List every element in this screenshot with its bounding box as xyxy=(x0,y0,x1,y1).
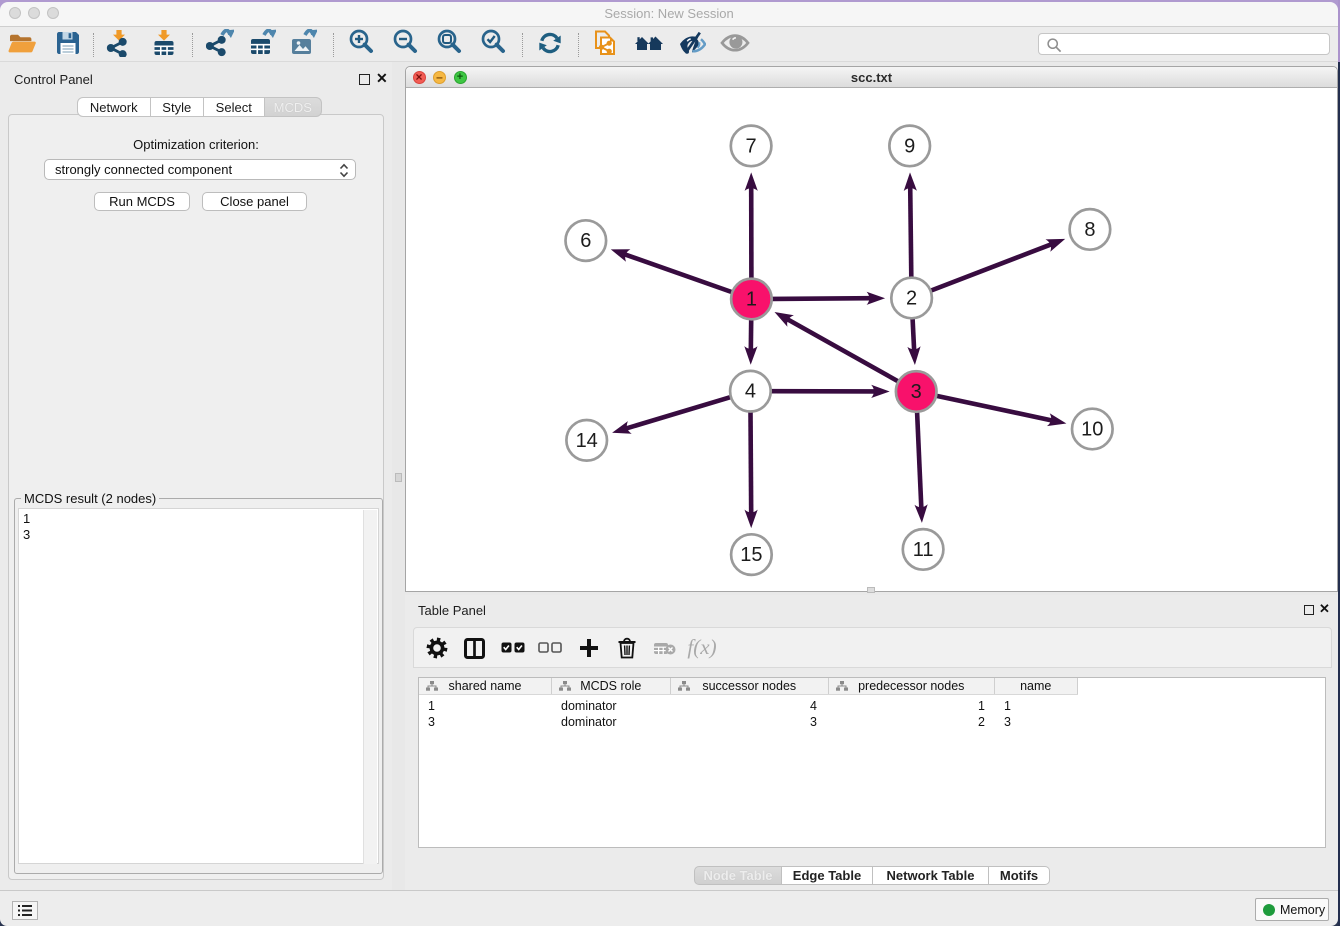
svg-text:3: 3 xyxy=(911,381,922,403)
svg-text:1: 1 xyxy=(746,289,757,311)
svg-text:11: 11 xyxy=(913,539,934,561)
svg-text:8: 8 xyxy=(1084,219,1095,241)
svg-text:6: 6 xyxy=(580,230,591,252)
svg-text:14: 14 xyxy=(576,430,598,452)
svg-text:9: 9 xyxy=(904,135,915,157)
svg-text:10: 10 xyxy=(1081,419,1103,441)
svg-text:4: 4 xyxy=(745,381,756,403)
svg-text:15: 15 xyxy=(740,544,762,566)
svg-text:7: 7 xyxy=(746,135,757,157)
svg-text:f(x): f(x) xyxy=(687,636,716,659)
svg-text:2: 2 xyxy=(906,288,917,310)
